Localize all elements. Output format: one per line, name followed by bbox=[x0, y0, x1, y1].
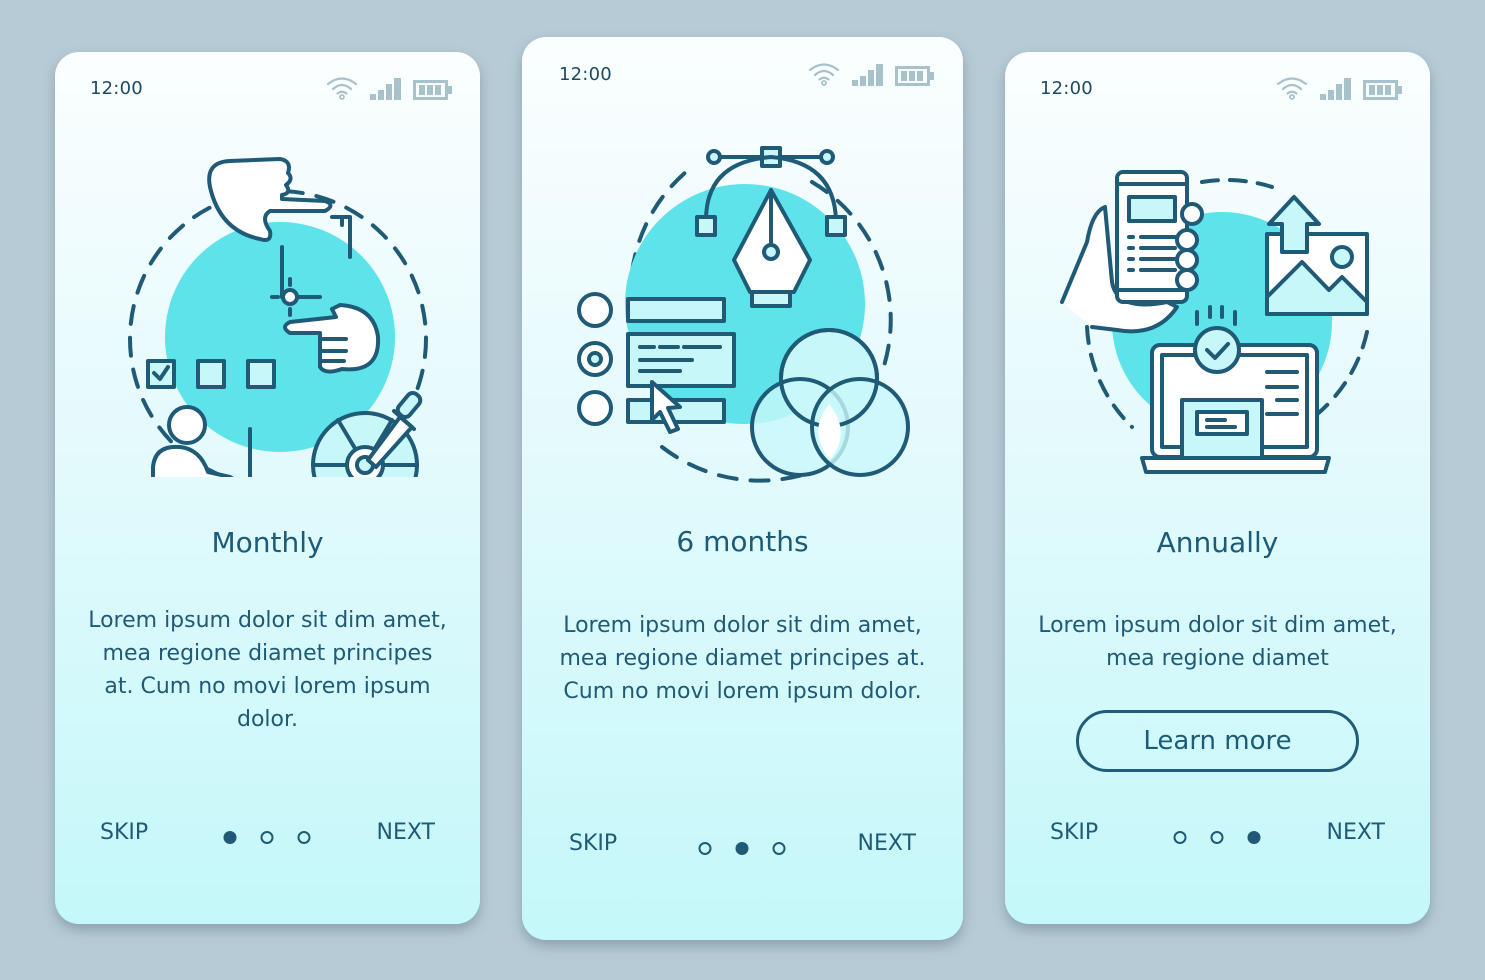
status-bar: 12:00 bbox=[522, 37, 963, 107]
page-dot-active[interactable] bbox=[223, 831, 237, 844]
onboarding-screen-monthly: 12:00 Monthly Lorem ipsum dolor sit dim … bbox=[55, 52, 480, 924]
signal-icon bbox=[370, 78, 401, 100]
signal-icon bbox=[1320, 78, 1351, 100]
page-dot-active[interactable] bbox=[735, 842, 749, 855]
skip-button[interactable]: SKIP bbox=[1050, 820, 1098, 845]
battery-icon bbox=[1363, 80, 1402, 100]
page-indicator bbox=[698, 842, 786, 855]
page-indicator bbox=[1173, 831, 1261, 844]
onboarding-nav: SKIP NEXT bbox=[1005, 816, 1430, 856]
wifi-icon bbox=[808, 63, 840, 86]
onboarding-screen-annually: 12:00 Annually Lorem ipsum dolor sit dim… bbox=[1005, 52, 1430, 924]
page-dot[interactable] bbox=[297, 831, 311, 844]
status-bar: 12:00 bbox=[55, 52, 480, 122]
publishing-illustration bbox=[1060, 170, 1369, 474]
onboarding-nav: SKIP NEXT bbox=[55, 816, 480, 856]
status-bar: 12:00 bbox=[1005, 52, 1430, 122]
page-indicator bbox=[223, 831, 311, 844]
onboarding-nav: SKIP NEXT bbox=[522, 827, 963, 867]
page-dot[interactable] bbox=[1210, 831, 1224, 844]
skip-button[interactable]: SKIP bbox=[100, 820, 148, 845]
page-dot[interactable] bbox=[260, 831, 274, 844]
wifi-icon bbox=[1276, 77, 1308, 100]
screen-title: 6 months bbox=[676, 525, 809, 558]
design-tools-illustration bbox=[128, 157, 428, 477]
skip-button[interactable]: SKIP bbox=[569, 831, 617, 856]
page-dot-active[interactable] bbox=[1247, 831, 1261, 844]
screen-title: Monthly bbox=[211, 526, 324, 559]
next-button[interactable]: NEXT bbox=[377, 820, 435, 845]
next-button[interactable]: NEXT bbox=[1327, 820, 1385, 845]
screen-description: Lorem ipsum dolor sit dim amet, mea regi… bbox=[1038, 613, 1397, 671]
screen-description: Lorem ipsum dolor sit dim amet, mea regi… bbox=[88, 608, 447, 732]
battery-icon bbox=[413, 80, 452, 100]
learn-more-button[interactable]: Learn more bbox=[1076, 710, 1359, 772]
status-time: 12:00 bbox=[90, 78, 143, 99]
battery-icon bbox=[895, 66, 934, 86]
status-time: 12:00 bbox=[559, 64, 612, 85]
page-dot[interactable] bbox=[1173, 831, 1187, 844]
screen-title: Annually bbox=[1156, 526, 1279, 559]
page-dot[interactable] bbox=[772, 842, 786, 855]
vector-design-illustration bbox=[577, 146, 910, 483]
page-dot[interactable] bbox=[698, 842, 712, 855]
screen-description: Lorem ipsum dolor sit dim amet, mea regi… bbox=[559, 613, 926, 704]
onboarding-screen-6-months: 12:00 6 months Lorem ipsum dolor sit dim… bbox=[522, 37, 963, 940]
status-time: 12:00 bbox=[1040, 78, 1093, 99]
check-circle-icon bbox=[1193, 326, 1241, 374]
wifi-icon bbox=[326, 77, 358, 100]
next-button[interactable]: NEXT bbox=[858, 831, 916, 856]
signal-icon bbox=[852, 64, 883, 86]
